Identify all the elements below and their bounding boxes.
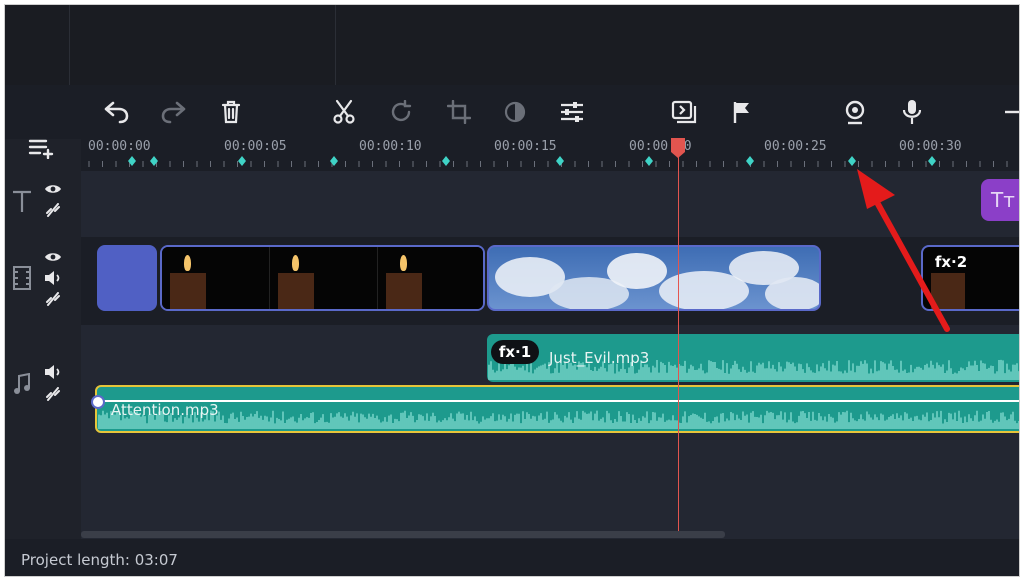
title-track-icon (11, 187, 33, 215)
color-adjust-icon[interactable] (501, 97, 529, 127)
ruler-label: 00:00:25 (764, 139, 827, 154)
link-off-icon[interactable] (43, 202, 63, 218)
playhead-line (678, 153, 679, 533)
ruler-label: 00:00:05 (224, 139, 287, 154)
ruler-label: 00:00:10 (359, 139, 422, 154)
microphone-icon[interactable] (898, 97, 926, 127)
candle-body (170, 273, 206, 309)
audio-clip-label: Attention.mp3 (111, 401, 219, 419)
cloud-shape (765, 277, 819, 309)
speaker-icon[interactable] (43, 364, 63, 380)
timeline-marker[interactable] (128, 156, 136, 166)
candle-body (386, 273, 422, 309)
playhead-handle[interactable] (670, 137, 686, 159)
project-length: Project length: 03:07 (21, 551, 178, 569)
add-track-icon[interactable] (27, 135, 57, 161)
editing-toolbar (5, 85, 1019, 139)
zoom-out-icon[interactable] (1001, 97, 1019, 127)
title-clip[interactable]: Tт (981, 179, 1019, 221)
timeline-marker[interactable] (746, 156, 754, 166)
eye-icon[interactable] (43, 181, 63, 197)
redo-icon[interactable] (159, 97, 189, 127)
clip-properties-icon[interactable] (670, 97, 698, 127)
candle-flame (292, 255, 299, 271)
music-track-icon (11, 371, 33, 397)
timeline-marker[interactable] (238, 156, 246, 166)
ruler-label: 00:00:15 (494, 139, 557, 154)
delete-icon[interactable] (218, 97, 244, 127)
audio-clip-attention[interactable] (95, 385, 1019, 433)
rotate-icon[interactable] (387, 97, 415, 127)
undo-icon[interactable] (101, 97, 131, 127)
ruler-label: 00:00:00 (88, 139, 151, 154)
eye-icon[interactable] (43, 249, 63, 265)
timeline-marker[interactable] (442, 156, 450, 166)
speaker-icon[interactable] (43, 270, 63, 286)
preview-panel (5, 5, 1019, 86)
ruler-label: 00:00:30 (899, 139, 962, 154)
crop-icon[interactable] (445, 97, 473, 127)
webcam-icon[interactable] (841, 97, 869, 127)
candle-flame (184, 255, 191, 271)
marker-flag-icon[interactable] (729, 97, 755, 127)
panel-divider (335, 5, 336, 85)
candle-video-clip[interactable] (160, 245, 485, 311)
clouds-video-clip[interactable] (487, 245, 821, 311)
title-clip-label: Tт (991, 188, 1015, 212)
timeline-marker[interactable] (150, 156, 158, 166)
candle-thumbnail (270, 247, 378, 309)
candle-body (278, 273, 314, 309)
candle-thumbnail (162, 247, 270, 309)
link-off-icon[interactable] (43, 386, 63, 402)
link-off-icon[interactable] (43, 291, 63, 307)
video-track-icon (11, 265, 33, 291)
properties-icon[interactable] (557, 97, 587, 127)
timeline-marker[interactable] (645, 156, 653, 166)
color-clip[interactable] (97, 245, 157, 311)
volume-keyframe[interactable] (91, 395, 105, 409)
annotation-arrow-icon (857, 169, 950, 332)
timeline-marker[interactable] (556, 156, 564, 166)
waveform (98, 410, 1019, 429)
candle-flame (400, 255, 407, 271)
audio-clip-label: Just_Evil.mp3 (549, 349, 650, 367)
timeline-marker[interactable] (330, 156, 338, 166)
panel-divider (69, 5, 70, 85)
candle-thumbnail (378, 247, 483, 309)
fx-badge[interactable]: fx·1 (491, 340, 539, 364)
cloud-shape (607, 253, 667, 289)
video-editor-window: 00:00:00 00:00:05 00:00:10 00:00:15 00:0… (4, 4, 1020, 577)
timeline-scrollbar[interactable] (81, 531, 725, 538)
cut-icon[interactable] (330, 97, 358, 127)
volume-line[interactable] (97, 400, 1019, 402)
